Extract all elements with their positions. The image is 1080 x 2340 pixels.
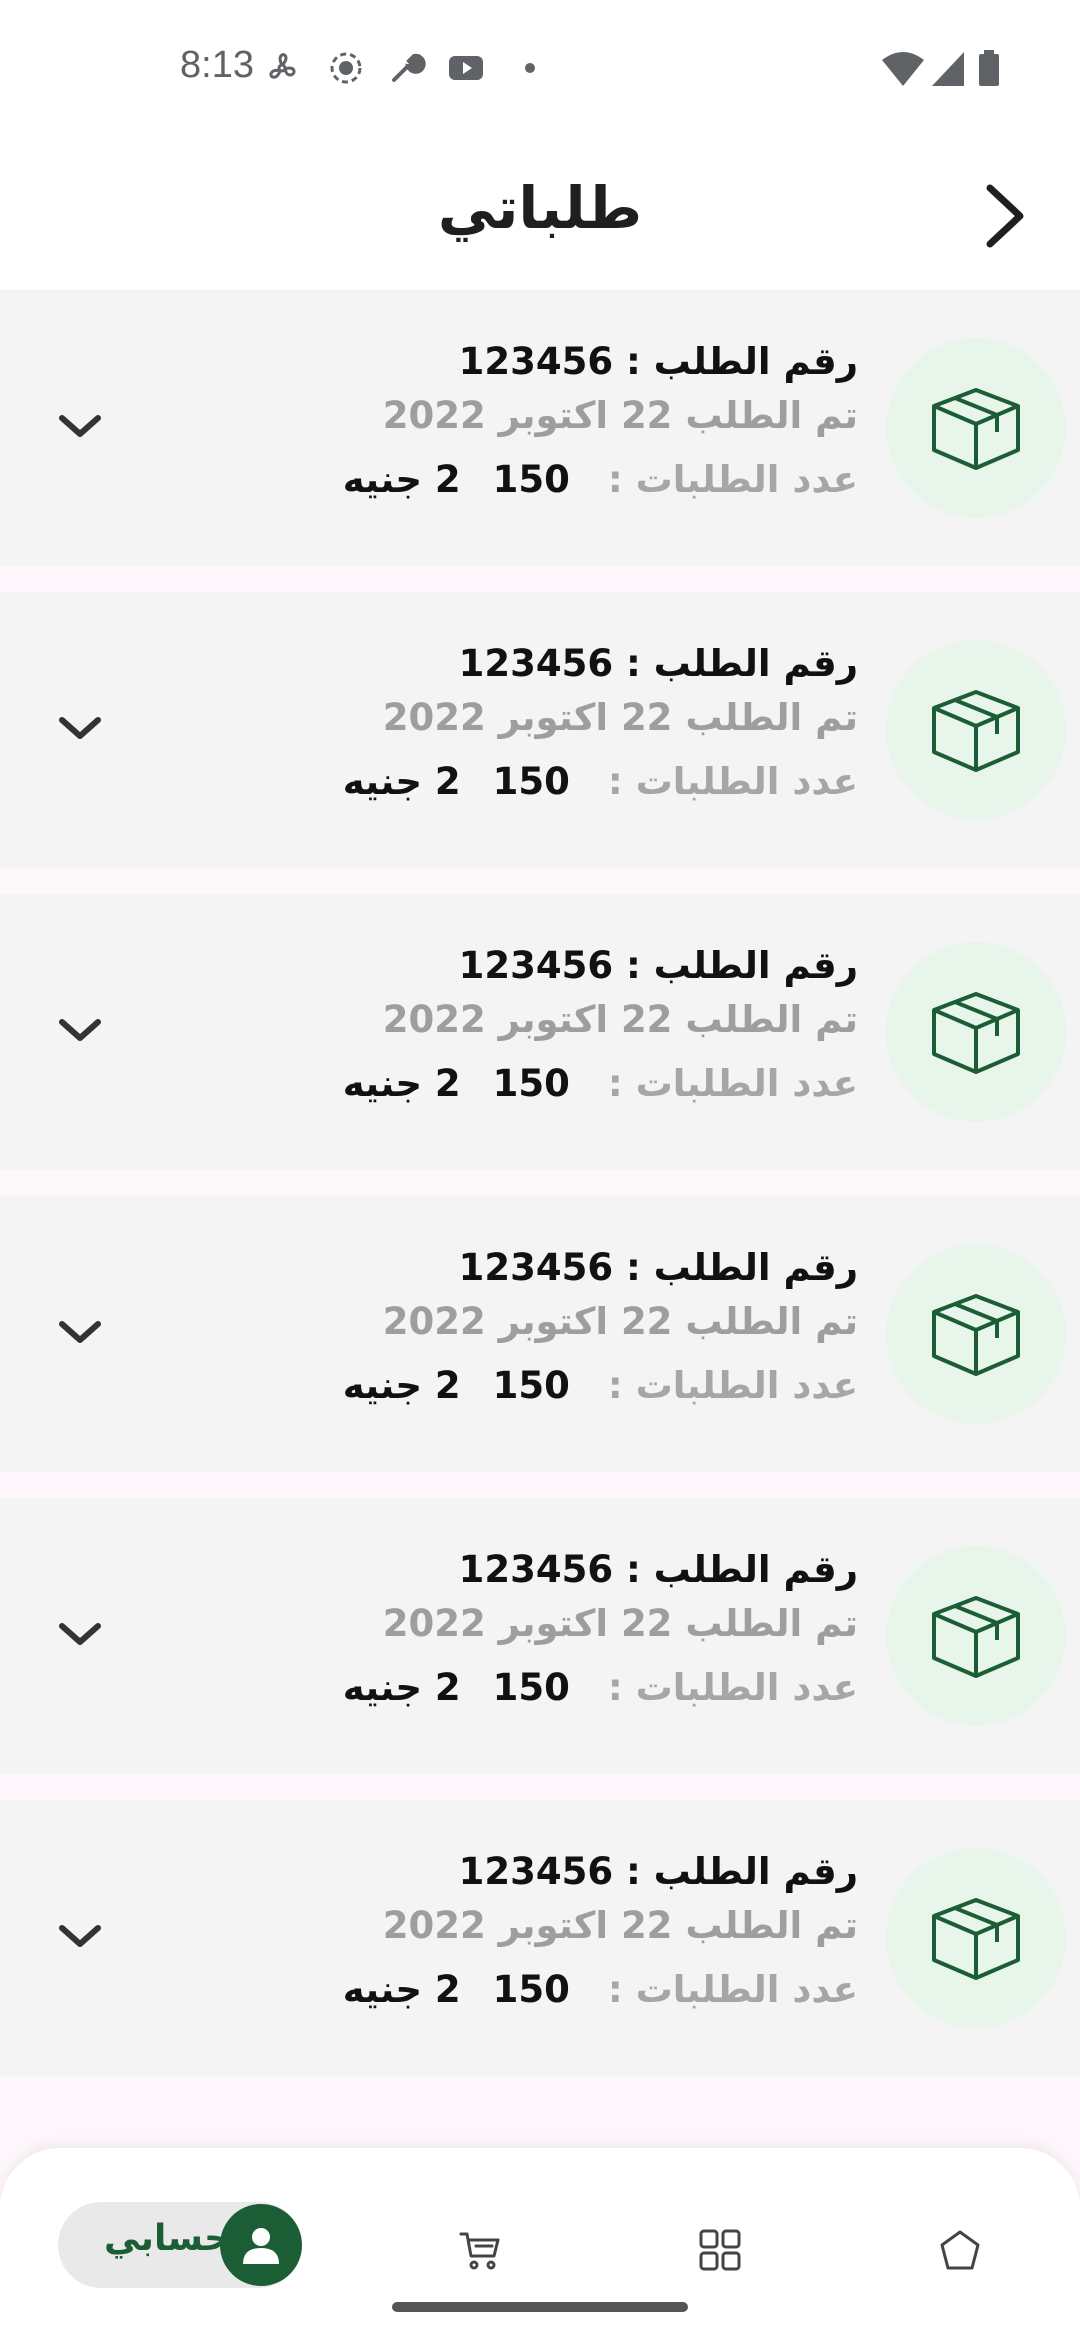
order-count-label: عدد الطلبات : xyxy=(607,1666,858,1709)
box-icon xyxy=(932,690,1020,772)
dot-icon xyxy=(525,63,535,73)
avatar xyxy=(220,2204,302,2286)
order-icon-badge xyxy=(886,1546,1066,1726)
order-card[interactable]: رقم الطلب : 123456 تم الطلب 22 اكتوبر 20… xyxy=(0,894,1080,1170)
order-details: رقم الطلب : 123456 تم الطلب 22 اكتوبر 20… xyxy=(343,938,858,1112)
order-icon-badge xyxy=(886,1848,1066,2028)
signal-icon xyxy=(932,52,964,86)
order-summary: عدد الطلبات :2150 جنيه xyxy=(343,1652,858,1716)
home-indicator xyxy=(392,2302,688,2312)
cart-icon[interactable] xyxy=(458,2228,502,2272)
order-card[interactable]: رقم الطلب : 123456 تم الطلب 22 اكتوبر 20… xyxy=(0,290,1080,566)
chevron-down-icon[interactable] xyxy=(50,1610,110,1660)
order-count: 2 xyxy=(434,1364,461,1407)
order-details: رقم الطلب : 123456 تم الطلب 22 اكتوبر 20… xyxy=(343,1240,858,1414)
nav-account-label: حسابي xyxy=(104,2218,231,2259)
order-count-label: عدد الطلبات : xyxy=(607,1062,858,1105)
chevron-down-icon[interactable] xyxy=(50,402,110,452)
order-summary: عدد الطلبات :2150 جنيه xyxy=(343,444,858,508)
order-card[interactable]: رقم الطلب : 123456 تم الطلب 22 اكتوبر 20… xyxy=(0,1498,1080,1774)
order-summary: عدد الطلبات :2150 جنيه xyxy=(343,1048,858,1112)
order-card[interactable]: رقم الطلب : 123456 تم الطلب 22 اكتوبر 20… xyxy=(0,1196,1080,1472)
order-icon-badge xyxy=(886,338,1066,518)
order-count: 2 xyxy=(434,760,461,803)
order-date: تم الطلب 22 اكتوبر 2022 xyxy=(382,1300,858,1343)
chevron-down-icon[interactable] xyxy=(50,1912,110,1962)
order-icon-badge xyxy=(886,1244,1066,1424)
order-icon-badge xyxy=(886,942,1066,1122)
order-count: 2 xyxy=(434,1062,461,1105)
order-date: تم الطلب 22 اكتوبر 2022 xyxy=(382,1904,858,1947)
chevron-down-icon[interactable] xyxy=(50,704,110,754)
chevron-down-icon[interactable] xyxy=(50,1006,110,1056)
youtube-icon xyxy=(449,56,483,80)
chevron-down-icon[interactable] xyxy=(50,1308,110,1358)
wrench-icon xyxy=(392,53,426,82)
order-card[interactable]: رقم الطلب : 123456 تم الطلب 22 اكتوبر 20… xyxy=(0,1800,1080,2076)
order-number: رقم الطلب : 123456 xyxy=(458,1548,858,1591)
status-time: 8:13 xyxy=(180,44,254,86)
order-count-label: عدد الطلبات : xyxy=(607,1968,858,2011)
order-date: تم الطلب 22 اكتوبر 2022 xyxy=(382,1602,858,1645)
nav-account[interactable]: حسابي xyxy=(58,2202,302,2288)
record-icon xyxy=(330,52,362,84)
page-title: طلباتي xyxy=(437,174,643,242)
order-number: رقم الطلب : 123456 xyxy=(458,642,858,685)
order-icon-badge xyxy=(886,640,1066,820)
order-count-label: عدد الطلبات : xyxy=(607,1364,858,1407)
order-count: 2 xyxy=(434,1968,461,2011)
order-date: تم الطلب 22 اكتوبر 2022 xyxy=(382,696,858,739)
order-card[interactable]: رقم الطلب : 123456 تم الطلب 22 اكتوبر 20… xyxy=(0,592,1080,868)
order-count: 2 xyxy=(434,458,461,501)
order-details: رقم الطلب : 123456 تم الطلب 22 اكتوبر 20… xyxy=(343,1844,858,2018)
wifi-icon xyxy=(882,52,924,86)
order-summary: عدد الطلبات :2150 جنيه xyxy=(343,1954,858,2018)
box-icon xyxy=(932,388,1020,470)
order-number: رقم الطلب : 123456 xyxy=(458,1246,858,1289)
status-bar: 8:13 xyxy=(0,0,1080,140)
order-details: رقم الطلب : 123456 تم الطلب 22 اكتوبر 20… xyxy=(343,636,858,810)
order-number: رقم الطلب : 123456 xyxy=(458,340,858,383)
order-summary: عدد الطلبات :2150 جنيه xyxy=(343,1350,858,1414)
app-header: طلباتي xyxy=(0,140,1080,290)
order-date: تم الطلب 22 اكتوبر 2022 xyxy=(382,394,858,437)
order-number: رقم الطلب : 123456 xyxy=(458,944,858,987)
orders-list: رقم الطلب : 123456 تم الطلب 22 اكتوبر 20… xyxy=(0,290,1080,2102)
fan-icon xyxy=(269,53,296,79)
battery-icon xyxy=(979,50,999,86)
categories-icon[interactable] xyxy=(698,2228,742,2272)
order-number: رقم الطلب : 123456 xyxy=(458,1850,858,1893)
order-details: رقم الطلب : 123456 تم الطلب 22 اكتوبر 20… xyxy=(343,334,858,508)
order-count: 2 xyxy=(434,1666,461,1709)
order-summary: عدد الطلبات :2150 جنيه xyxy=(343,746,858,810)
home-icon[interactable] xyxy=(938,2228,982,2272)
order-date: تم الطلب 22 اكتوبر 2022 xyxy=(382,998,858,1041)
box-icon xyxy=(932,1596,1020,1678)
back-arrow-icon[interactable] xyxy=(968,178,1038,254)
box-icon xyxy=(932,1294,1020,1376)
box-icon xyxy=(932,992,1020,1074)
order-count-label: عدد الطلبات : xyxy=(607,760,858,803)
box-icon xyxy=(932,1898,1020,1980)
account-icon xyxy=(243,2228,279,2264)
order-count-label: عدد الطلبات : xyxy=(607,458,858,501)
order-details: رقم الطلب : 123456 تم الطلب 22 اكتوبر 20… xyxy=(343,1542,858,1716)
